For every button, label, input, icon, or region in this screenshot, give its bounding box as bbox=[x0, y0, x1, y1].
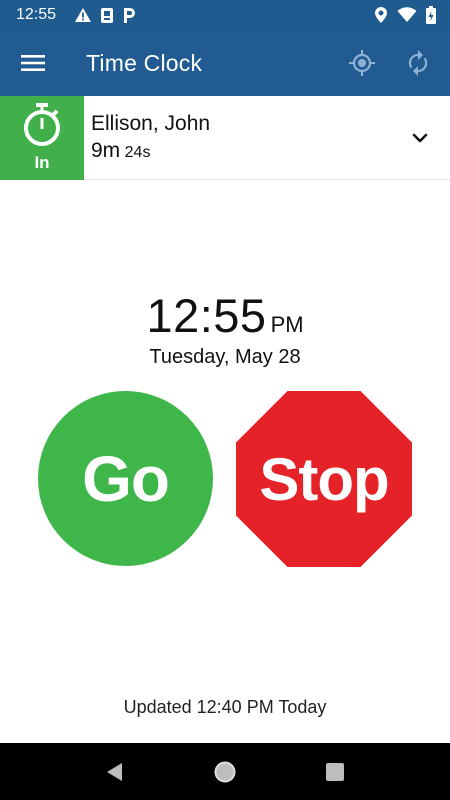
app-title: Time Clock bbox=[86, 49, 203, 76]
stopwatch-icon bbox=[22, 102, 62, 153]
battery-icon bbox=[426, 6, 436, 24]
go-button-label: Go bbox=[82, 442, 170, 515]
sync-icon[interactable] bbox=[400, 45, 436, 81]
stop-button-label: Stop bbox=[259, 445, 389, 513]
gps-target-icon[interactable] bbox=[344, 45, 380, 81]
location-icon bbox=[374, 6, 388, 24]
home-icon[interactable] bbox=[205, 752, 245, 792]
elapsed-duration: 9m 24s bbox=[91, 139, 210, 163]
current-date: Tuesday, May 28 bbox=[149, 346, 301, 368]
current-time: 12:55 PM bbox=[0, 288, 450, 343]
clock-status-label: In bbox=[34, 153, 50, 172]
recents-icon[interactable] bbox=[315, 752, 355, 792]
go-button[interactable]: Go bbox=[38, 391, 213, 566]
last-updated-text: Updated 12:40 PM Today bbox=[123, 697, 327, 717]
status-time: 12:55 bbox=[16, 6, 57, 23]
elapsed-minutes: 9m bbox=[91, 139, 121, 162]
employee-name: Ellison, John bbox=[91, 112, 211, 135]
stop-button[interactable]: Stop bbox=[236, 391, 412, 567]
parking-icon bbox=[122, 7, 136, 24]
clock-status-tile: In bbox=[0, 96, 84, 180]
wifi-icon bbox=[397, 7, 417, 23]
status-bar: 12:55 bbox=[0, 0, 450, 30]
system-nav-bar bbox=[0, 743, 450, 800]
back-icon[interactable] bbox=[95, 752, 135, 792]
warning-icon bbox=[74, 7, 92, 23]
chevron-down-icon[interactable] bbox=[390, 96, 450, 179]
hamburger-menu-icon[interactable] bbox=[0, 30, 66, 96]
current-time-ampm: PM bbox=[270, 312, 304, 337]
employee-row[interactable]: In Ellison, John 9m 24s bbox=[0, 96, 450, 180]
app-bar: Time Clock bbox=[0, 30, 450, 96]
sim-card-icon bbox=[100, 7, 114, 24]
elapsed-seconds: 24s bbox=[124, 144, 151, 161]
current-time-value: 12:55 bbox=[146, 289, 267, 342]
